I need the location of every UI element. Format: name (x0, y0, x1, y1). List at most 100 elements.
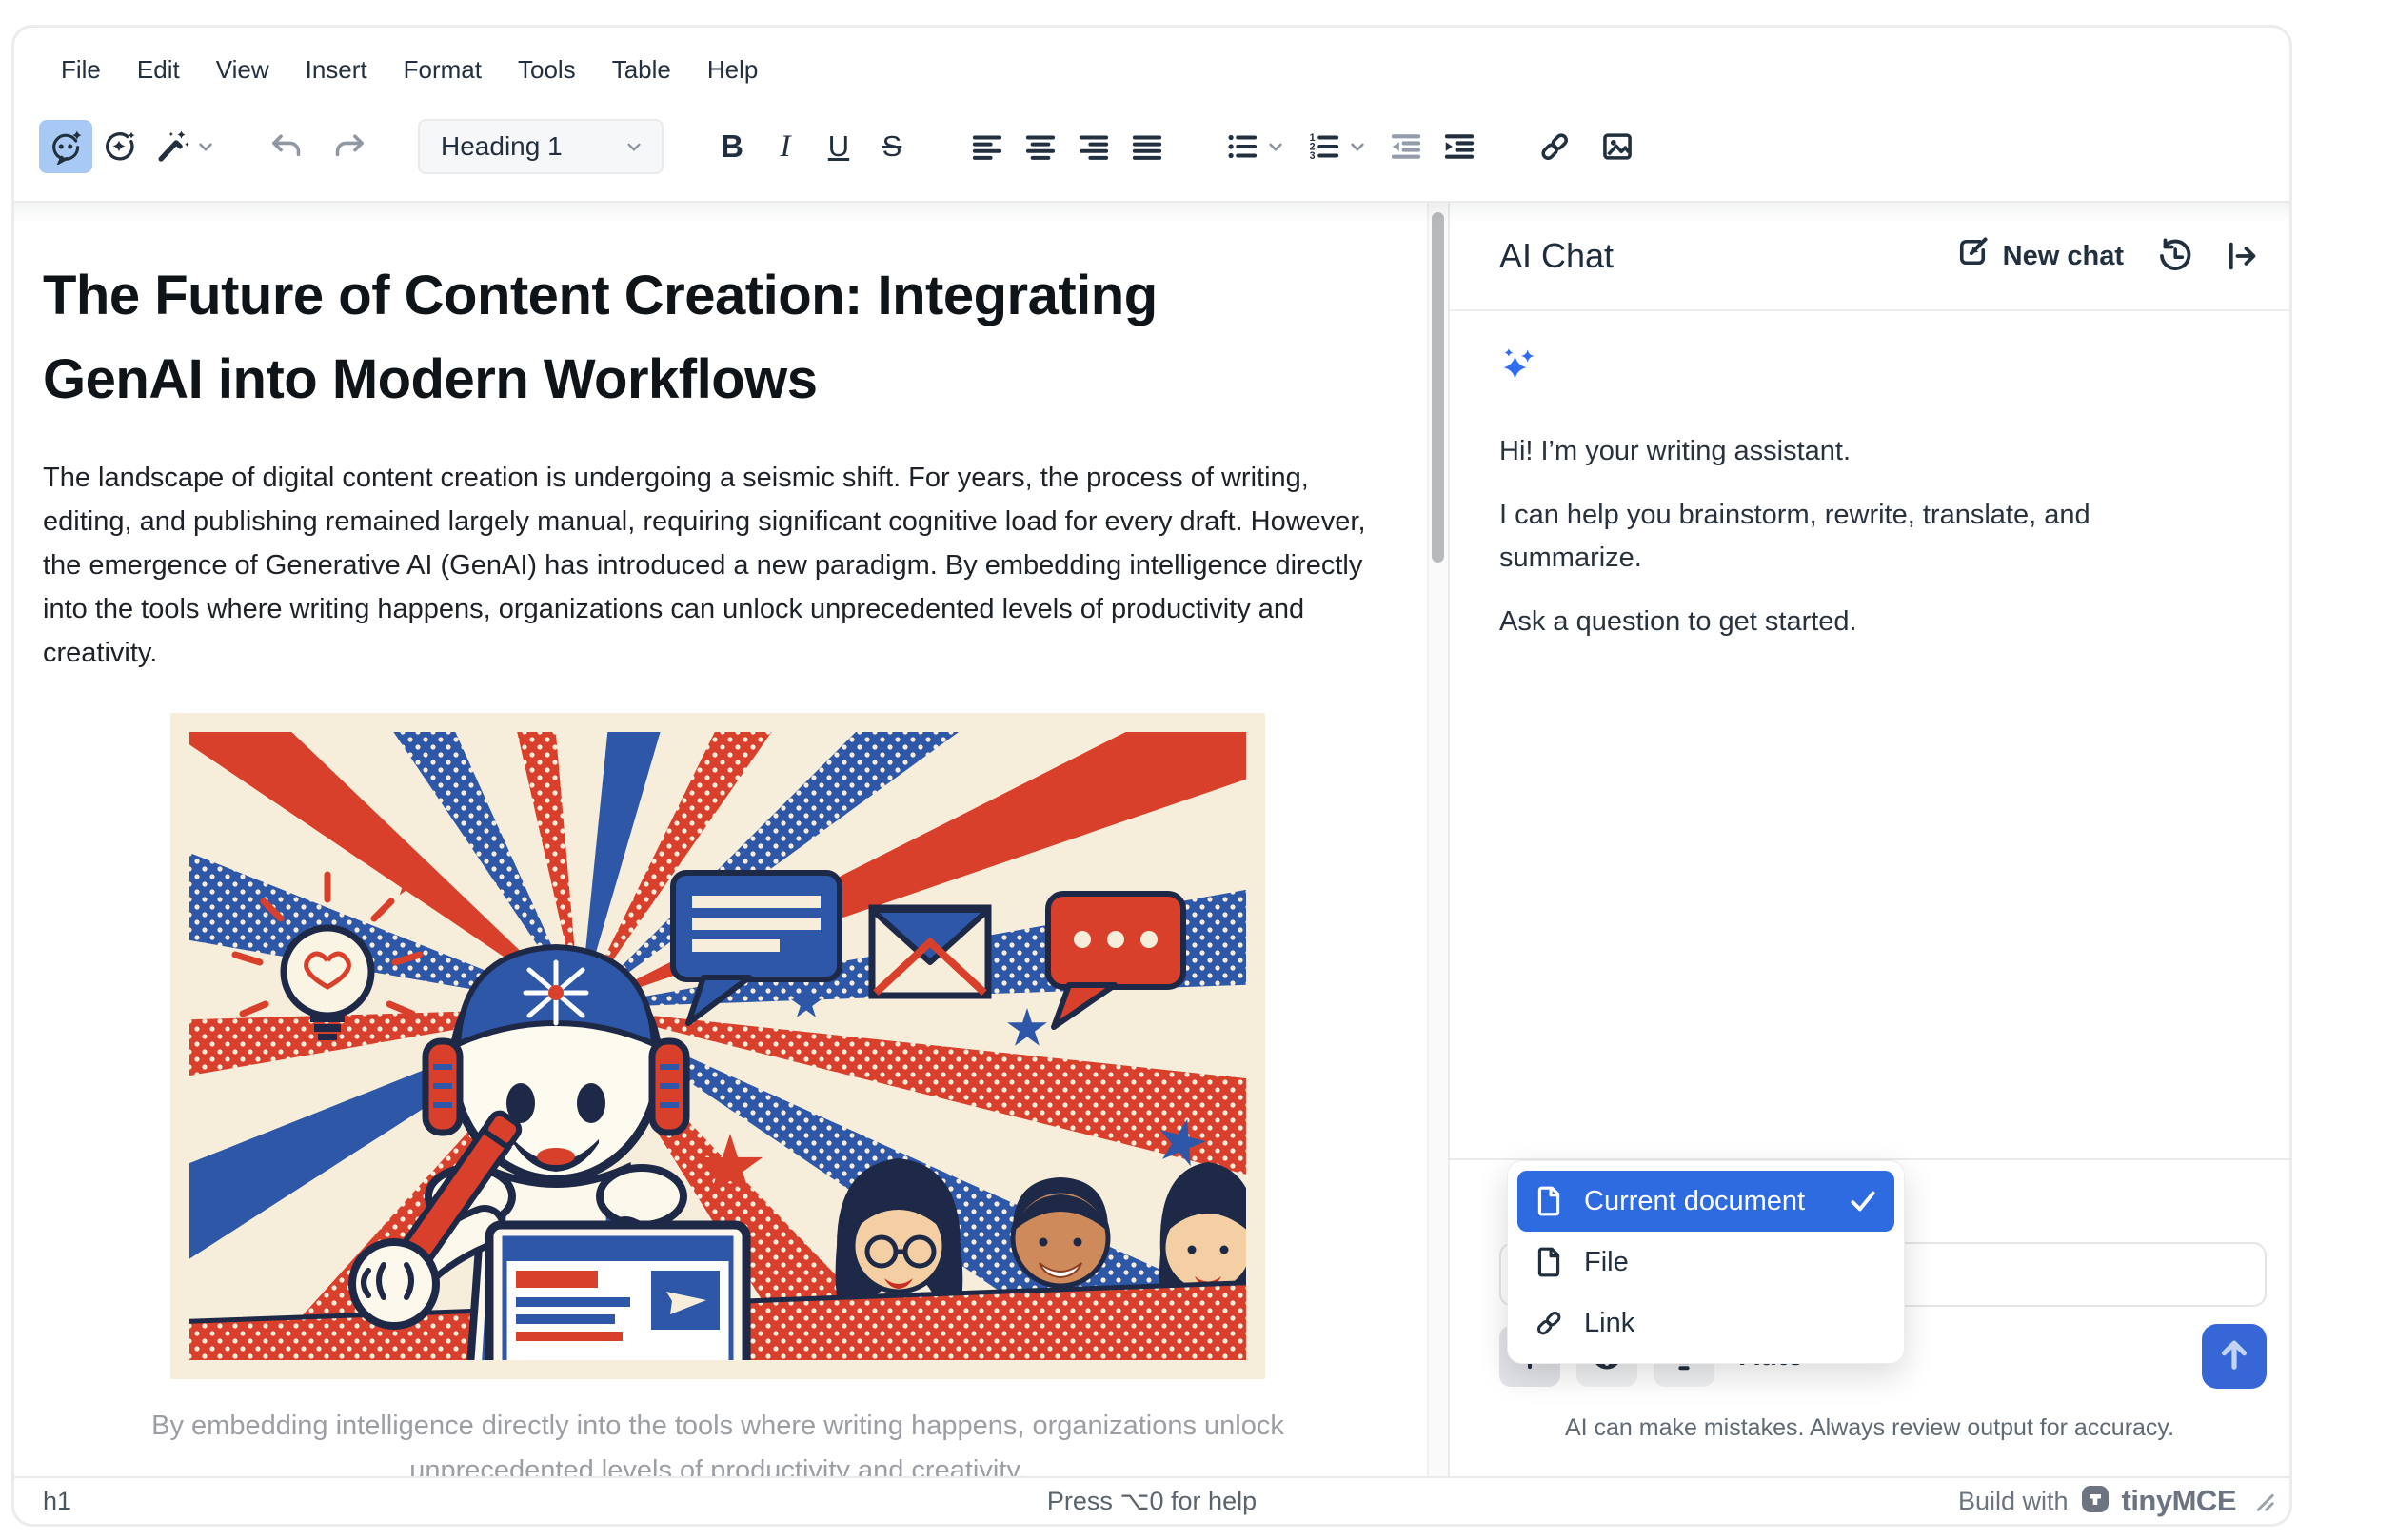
menu-item-label: File (1584, 1247, 1629, 1278)
history-icon (2156, 238, 2192, 274)
link-icon (1533, 1307, 1565, 1339)
image-icon (1599, 128, 1635, 165)
editor-scrollbar[interactable] (1427, 203, 1448, 1476)
document-paragraph[interactable]: The landscape of digital content creatio… (43, 456, 1387, 675)
menu-item-current-document[interactable]: Current document (1517, 1171, 1894, 1232)
menu-help[interactable]: Help (693, 49, 772, 90)
magic-wand-button[interactable] (146, 120, 199, 173)
italic-button[interactable]: I (759, 120, 812, 173)
sparkles-icon (1499, 346, 2248, 392)
align-left-icon (969, 128, 1005, 165)
heading-format-select[interactable]: Heading 1 (418, 119, 664, 174)
align-center-icon (1022, 128, 1059, 165)
toolbar: Heading 1 B I U S 123 (14, 100, 2289, 201)
link-icon (1536, 128, 1573, 165)
ai-shortcuts-icon (101, 128, 137, 165)
redo-icon (331, 128, 367, 165)
ai-chat-button[interactable] (39, 120, 92, 173)
send-button[interactable] (2202, 1324, 2267, 1389)
chevron-down-icon (622, 134, 646, 159)
outdent-button (1379, 120, 1433, 173)
underline-label: U (828, 129, 849, 164)
ai-disclaimer: AI can make mistakes. Always review outp… (1499, 1414, 2267, 1442)
align-right-icon (1076, 128, 1112, 165)
insert-image-button[interactable] (1591, 120, 1644, 173)
robot-illustration-image[interactable] (170, 713, 1265, 1379)
italic-label: I (781, 129, 791, 165)
document-figure[interactable]: By embedding intelligence directly into … (43, 713, 1393, 1476)
menu-item-label: Link (1584, 1308, 1634, 1339)
heading-format-value: Heading 1 (441, 131, 563, 162)
menu-view[interactable]: View (202, 49, 284, 90)
underline-button[interactable]: U (812, 120, 865, 173)
new-chat-button[interactable]: New chat (1955, 235, 2124, 277)
menu-tools[interactable]: Tools (504, 49, 590, 90)
svg-text:3: 3 (1310, 150, 1316, 162)
assistant-message: Ask a question to get started. (1499, 601, 2211, 643)
menu-item-label: Current document (1584, 1186, 1805, 1217)
insert-link-button[interactable] (1528, 120, 1581, 173)
menu-insert[interactable]: Insert (291, 49, 382, 90)
menu-table[interactable]: Table (598, 49, 685, 90)
menu-format[interactable]: Format (389, 49, 496, 90)
menu-item-file[interactable]: File (1517, 1232, 1894, 1293)
file-icon (1533, 1246, 1565, 1278)
attach-source-menu: Current document File Link (1507, 1160, 1905, 1364)
editor-content[interactable]: The Future of Content Creation: Integrat… (14, 203, 1427, 1476)
brand-name: tinyMCE (2122, 1484, 2237, 1518)
statusbar: h1 Press ⌥0 for help Build with tinyMCE (14, 1476, 2289, 1524)
brand-prefix: Build with (1958, 1487, 2069, 1516)
document-icon (1533, 1185, 1565, 1217)
new-chat-label: New chat (2003, 241, 2124, 272)
assistant-message: I can help you brainstorm, rewrite, tran… (1499, 494, 2211, 580)
menu-item-link[interactable]: Link (1517, 1293, 1894, 1353)
bold-label: B (721, 128, 743, 165)
bold-button[interactable]: B (705, 120, 759, 173)
document-title[interactable]: The Future of Content Creation: Integrat… (43, 254, 1393, 422)
align-center-button[interactable] (1014, 120, 1067, 173)
check-icon (1847, 1185, 1879, 1217)
send-arrow-icon (2214, 1334, 2254, 1379)
collapse-panel-button[interactable] (2225, 239, 2259, 273)
document-title-line2: GenAI into Modern Workflows (43, 338, 1393, 422)
align-justify-icon (1129, 128, 1165, 165)
numbered-list-chevron[interactable] (1345, 134, 1370, 159)
indent-button[interactable] (1433, 120, 1486, 173)
ai-shortcuts-button[interactable] (92, 120, 146, 173)
envelope (872, 908, 988, 996)
numbered-list-icon: 123 (1306, 128, 1342, 165)
help-shortcut-text: Press ⌥0 for help (1047, 1487, 1257, 1516)
undo-button[interactable] (260, 120, 313, 173)
menu-edit[interactable]: Edit (123, 49, 194, 90)
numbered-list-button[interactable]: 123 (1298, 120, 1351, 173)
magic-wand-chevron[interactable] (193, 134, 218, 159)
align-justify-button[interactable] (1120, 120, 1174, 173)
editor-scrollbar-thumb[interactable] (1432, 212, 1444, 563)
bullet-list-chevron[interactable] (1263, 134, 1288, 159)
tinymce-logo-icon (2080, 1484, 2110, 1519)
document-title-line1: The Future of Content Creation: Integrat… (43, 254, 1393, 338)
bullet-list-button[interactable] (1216, 120, 1269, 173)
main-area: The Future of Content Creation: Integrat… (14, 201, 2289, 1476)
align-left-button[interactable] (961, 120, 1014, 173)
menu-file[interactable]: File (47, 49, 115, 90)
bullet-list-icon (1224, 128, 1260, 165)
laptop (430, 1225, 805, 1379)
chat-panel-title: AI Chat (1499, 236, 1614, 276)
outdent-icon (1388, 128, 1424, 165)
chat-history-button[interactable] (2156, 238, 2192, 274)
redo-button[interactable] (323, 120, 376, 173)
align-right-button[interactable] (1067, 120, 1120, 173)
branding[interactable]: Build with tinyMCE (1958, 1484, 2276, 1519)
menubar: File Edit View Insert Format Tools Table… (14, 28, 2289, 100)
image-caption[interactable]: By embedding intelligence directly into … (43, 1404, 1393, 1476)
editor-window: File Edit View Insert Format Tools Table… (11, 25, 2292, 1527)
element-path[interactable]: h1 (43, 1487, 71, 1516)
undo-icon (268, 128, 305, 165)
strikethrough-label: S (882, 129, 902, 164)
image-caption-line2: unprecedented levels of productivity and… (43, 1449, 1393, 1476)
assistant-message: Hi! I’m your writing assistant. (1499, 430, 2211, 473)
strikethrough-button[interactable]: S (865, 120, 919, 173)
resize-handle-icon[interactable] (2248, 1485, 2276, 1518)
ai-chat-icon (48, 128, 84, 165)
